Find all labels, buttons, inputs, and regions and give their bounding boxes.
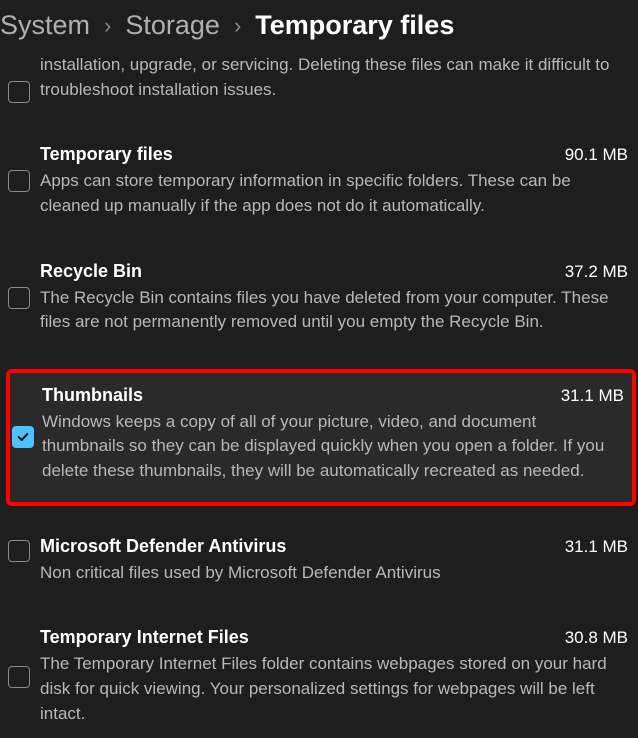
item-size: 31.1 MB [565,537,628,557]
breadcrumb: System › Storage › Temporary files [0,0,638,53]
list-item-thumbnails: Thumbnails 31.1 MB Windows keeps a copy … [6,369,636,506]
chevron-right-icon: › [234,13,241,39]
breadcrumb-system[interactable]: System [0,10,90,41]
list-item-defender: Microsoft Defender Antivirus 31.1 MB Non… [10,524,634,598]
item-title: Microsoft Defender Antivirus [40,536,286,557]
checkbox[interactable] [8,540,30,562]
checkbox[interactable] [8,81,30,103]
list-item-partial: installation, upgrade, or servicing. Del… [10,53,634,114]
item-size: 30.8 MB [565,628,628,648]
list-item-internet-files: Temporary Internet Files 30.8 MB The Tem… [10,615,634,738]
breadcrumb-storage[interactable]: Storage [125,10,220,41]
checkbox[interactable] [8,170,30,192]
item-description: installation, upgrade, or servicing. Del… [40,53,634,102]
list-item-temporary-files: Temporary files 90.1 MB Apps can store t… [10,132,634,230]
item-size: 31.1 MB [561,386,624,406]
item-size: 37.2 MB [565,262,628,282]
item-description: Windows keeps a copy of all of your pict… [42,410,624,484]
checkbox[interactable] [12,426,34,448]
checkbox[interactable] [8,287,30,309]
item-description: The Temporary Internet Files folder cont… [40,652,628,726]
item-title: Temporary Internet Files [40,627,249,648]
item-title: Thumbnails [42,385,143,406]
item-title: Recycle Bin [40,261,142,282]
item-description: Non critical files used by Microsoft Def… [40,561,628,586]
checkmark-icon [16,430,30,444]
checkbox[interactable] [8,666,30,688]
item-description: Apps can store temporary information in … [40,169,628,218]
breadcrumb-current: Temporary files [255,10,454,41]
chevron-right-icon: › [104,13,111,39]
list-item-recycle-bin: Recycle Bin 37.2 MB The Recycle Bin cont… [10,249,634,347]
item-title: Temporary files [40,144,173,165]
item-description: The Recycle Bin contains files you have … [40,286,628,335]
item-size: 90.1 MB [565,145,628,165]
content-area: installation, upgrade, or servicing. Del… [0,53,638,738]
